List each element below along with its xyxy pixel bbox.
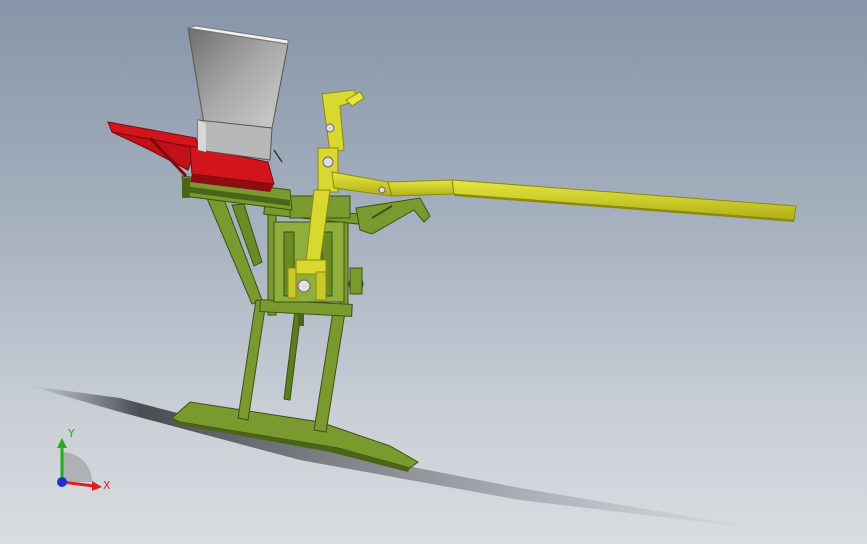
y-axis-label: Y xyxy=(67,427,75,440)
machine-model[interactable]: Y X xyxy=(0,0,867,544)
x-axis-label: X xyxy=(103,479,111,492)
coordinate-triad: Y X xyxy=(57,427,111,492)
x-axis-arrow xyxy=(92,481,102,491)
rear-leg xyxy=(205,193,263,305)
3d-viewport[interactable]: Y X xyxy=(0,0,867,544)
base-frame xyxy=(171,401,419,472)
hopper xyxy=(187,25,289,163)
z-axis-dot xyxy=(57,477,67,487)
y-axis-arrow xyxy=(57,438,67,448)
linkage-arm xyxy=(355,197,431,235)
